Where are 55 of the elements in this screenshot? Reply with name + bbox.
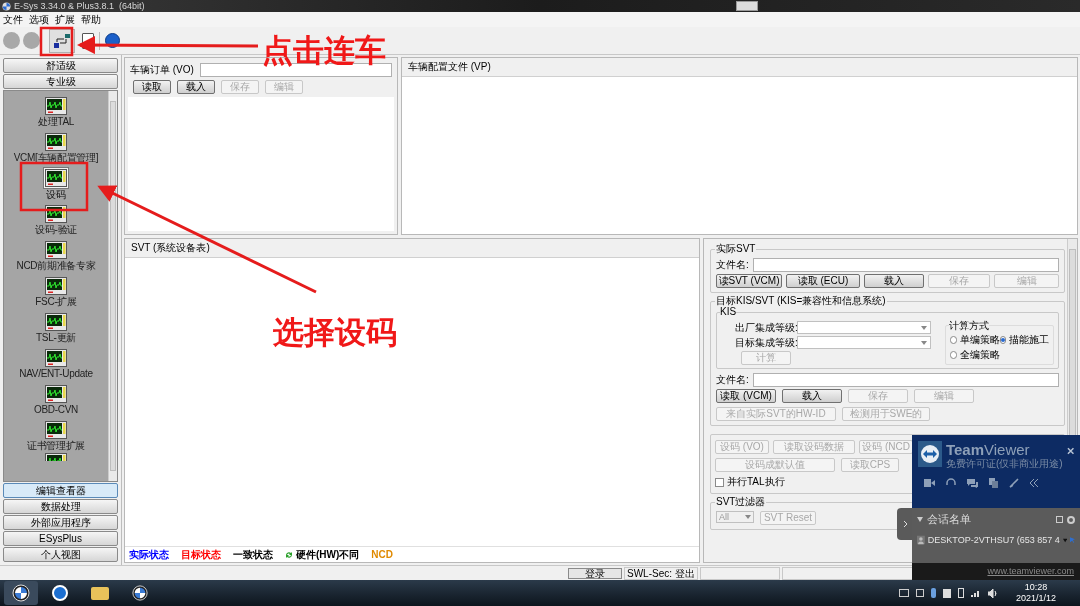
- menu-item[interactable]: 扩展: [55, 13, 75, 26]
- read-vcm-button[interactable]: 读取 (VCM): [716, 389, 776, 403]
- read-button[interactable]: 读取: [133, 80, 171, 94]
- field-label: 车辆订单 (VO): [130, 64, 194, 76]
- tool-list-item[interactable]: NAV/ENT-Update: [4, 345, 108, 381]
- legend-label: 硬件(HW)不同: [296, 548, 360, 561]
- section-title: 会话名单: [927, 513, 971, 526]
- group-title: 计算方式: [949, 320, 989, 332]
- legend-label: NCD: [371, 548, 393, 561]
- status-text: SWL-Sec: 登出: [624, 566, 698, 580]
- license-text: 免费许可证(仅非商业用途): [945, 458, 1063, 470]
- legend-label: 一致状态: [233, 548, 273, 561]
- annotation-text: 选择设码: [273, 315, 397, 351]
- annotation-text: 点击连车: [262, 33, 386, 69]
- menu-item[interactable]: 帮助: [81, 13, 101, 26]
- sidebar-section-button[interactable]: 数据处理: [3, 499, 118, 514]
- clock-date: 2021/1/12: [1015, 593, 1056, 604]
- sidebar-section-button[interactable]: ESysPlus: [3, 531, 118, 546]
- login-button[interactable]: 登录: [568, 567, 622, 579]
- group-title: 目标KIS/SVT (KIS=兼容性和信息系统): [715, 295, 887, 307]
- menu-item[interactable]: 选项: [29, 13, 49, 26]
- radio-option[interactable]: 描能施工: [999, 334, 1049, 346]
- legend-label: 实际状态: [129, 548, 169, 561]
- tool-list-item[interactable]: 设码-验证: [4, 201, 108, 237]
- tool-list-item[interactable]: OBD-CVN: [4, 381, 108, 417]
- load-button[interactable]: 载入: [782, 389, 842, 403]
- sidebar-section-button[interactable]: 舒适级: [3, 58, 118, 73]
- load-button[interactable]: 载入: [864, 274, 924, 288]
- sidebar-section-button[interactable]: 专业级: [3, 74, 118, 89]
- sidebar-section-button[interactable]: 外部应用程序: [3, 515, 118, 530]
- group-title: KIS: [720, 306, 737, 318]
- legend-label: 目标状态: [181, 548, 221, 561]
- tool-list-item[interactable]: 处理TAL: [4, 93, 108, 129]
- read-ecu-button[interactable]: 读取 (ECU): [786, 274, 860, 288]
- tool-list-item[interactable]: FSC-扩展: [4, 273, 108, 309]
- checkbox-label: 并行TAL执行: [727, 476, 785, 488]
- clock-time: 10:28: [1024, 582, 1048, 593]
- menu-item[interactable]: 文件: [3, 13, 23, 26]
- window-title: E-Sys 3.34.0 & Plus3.8.1 (64bit): [14, 1, 145, 11]
- app-name: TeamViewer: [945, 441, 1031, 458]
- tool-list-item[interactable]: NCD前期准备专家: [4, 237, 108, 273]
- tool-list-item[interactable]: 设码: [4, 165, 108, 201]
- group-title: SVT过滤器: [715, 496, 767, 508]
- sidebar-section-button[interactable]: 个人视图: [3, 547, 118, 562]
- tool-list-item[interactable]: 证书管理扩展: [4, 417, 108, 453]
- session-entry[interactable]: DESKTOP-2VTHSU7 (653 857 4: [927, 534, 1060, 546]
- field-label: 文件名:: [716, 374, 749, 386]
- group-title: 实际SVT: [715, 243, 757, 255]
- field-label: 文件名:: [716, 259, 749, 271]
- sidebar-section-button[interactable]: 编辑查看器: [3, 483, 118, 498]
- tool-list-item[interactable]: TSL-更新: [4, 309, 108, 345]
- read-svt-button[interactable]: 读SVT (VCM): [716, 274, 782, 288]
- radio-option[interactable]: 全编策略: [950, 349, 1000, 361]
- radio-option[interactable]: 单编策略: [950, 334, 1000, 346]
- load-button[interactable]: 载入: [177, 80, 215, 94]
